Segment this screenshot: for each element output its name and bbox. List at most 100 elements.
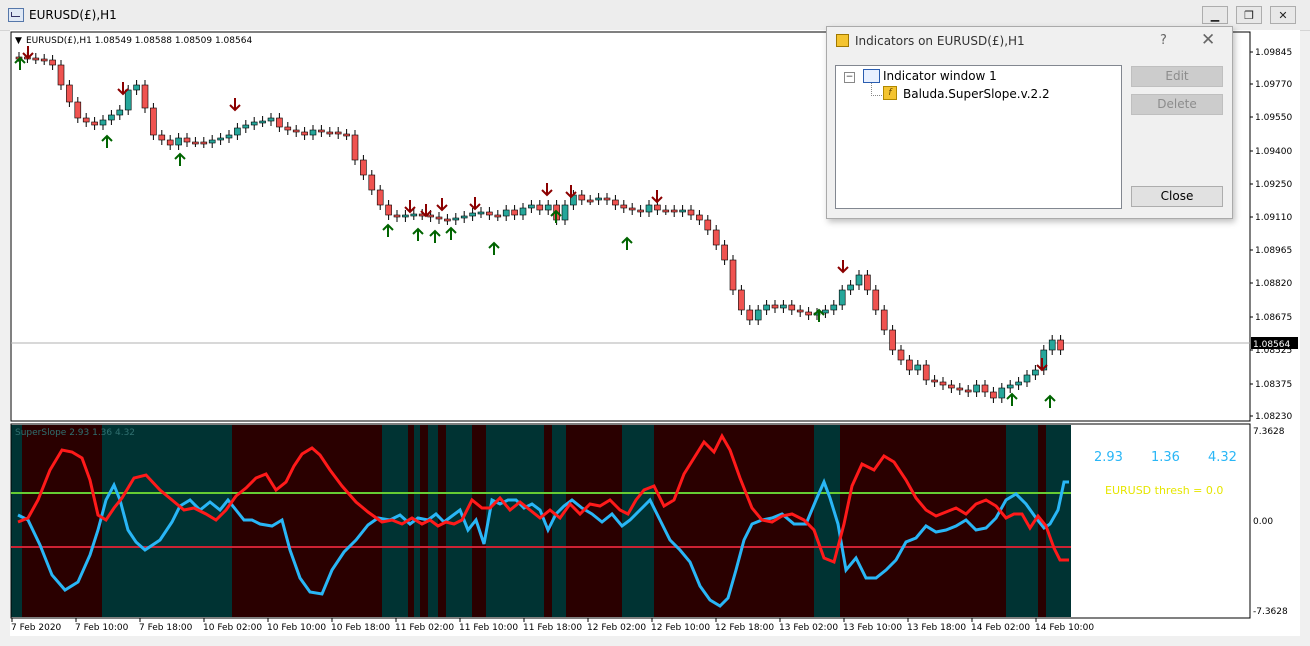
time-tick-label: 7 Feb 10:00 [75, 623, 129, 633]
collapse-icon[interactable]: − [844, 72, 855, 83]
candle-body [906, 359, 913, 371]
candle-body [108, 114, 115, 121]
indicator-background-bands [11, 425, 1071, 617]
candle-body [301, 131, 308, 136]
candle-body [956, 387, 964, 391]
candle-body [771, 304, 779, 309]
indicators-dialog: Indicators on EURUSD(£),H1 ? ✕ − Indicat… [826, 26, 1233, 219]
candle-body [586, 199, 594, 203]
price-tick-label: 1.08375 [1255, 380, 1292, 390]
price-tick-label: 1.09110 [1255, 213, 1292, 223]
close-window-button[interactable]: ✕ [1270, 6, 1296, 24]
candle-body [670, 209, 678, 213]
minimize-button[interactable]: ▁ [1202, 6, 1228, 24]
candle-body [158, 134, 166, 141]
candle-body [124, 89, 132, 111]
candle-body [998, 387, 1006, 399]
candle-body [57, 64, 65, 86]
threshold-text: EURUSD thresh = 0.0 [1105, 484, 1223, 497]
candle-body [250, 121, 258, 126]
candle-body [578, 194, 586, 201]
candle-body [964, 389, 972, 393]
candle-body [511, 209, 518, 216]
candle-body [141, 84, 149, 109]
candle-body [880, 309, 888, 331]
candle-body [721, 244, 728, 261]
candle-body [469, 212, 476, 217]
indicator-tree[interactable]: − Indicator window 1 f Baluda.SuperSlope… [835, 65, 1122, 209]
candle-body [494, 214, 502, 218]
candle-body [637, 209, 644, 213]
time-tick-label: 7 Feb 2020 [11, 623, 62, 633]
indicator-band [840, 425, 1006, 617]
candle-body [696, 214, 703, 221]
indicator-axis-top: 7.3628 [1253, 427, 1285, 437]
candle-body [754, 309, 762, 321]
dialog-title: Indicators on EURUSD(£),H1 [855, 34, 1025, 48]
candle-body [116, 109, 124, 116]
close-button[interactable]: Close [1131, 186, 1223, 207]
candle-body [360, 159, 367, 176]
maximize-button[interactable]: ❐ [1236, 6, 1262, 24]
candle-body [192, 141, 199, 145]
candle-body [435, 216, 443, 220]
candle-body [326, 131, 334, 135]
candle-body [1057, 339, 1064, 351]
candle-body [40, 58, 48, 62]
candle-body [166, 139, 174, 146]
delete-button[interactable]: Delete [1131, 94, 1223, 115]
price-tick-label: 1.09400 [1255, 147, 1292, 157]
candle-body [603, 197, 611, 201]
candle-body [939, 381, 947, 386]
candle-body [32, 57, 40, 61]
candle-body [712, 229, 720, 246]
candle-body [922, 364, 930, 381]
candle-body [561, 204, 569, 221]
candle-body [1048, 339, 1056, 351]
candle-body [309, 129, 317, 136]
dialog-close-icon[interactable]: ✕ [1201, 30, 1215, 50]
tree-item-superslope[interactable]: Baluda.SuperSlope.v.2.2 [903, 87, 1050, 101]
candle-body [536, 204, 544, 211]
candle-body [183, 137, 191, 143]
candle-body [217, 137, 224, 141]
candle-body [1006, 384, 1014, 389]
time-tick-label: 14 Feb 10:00 [1035, 623, 1094, 633]
help-button[interactable]: ? [1160, 33, 1167, 48]
time-tick-label: 11 Feb 18:00 [523, 623, 582, 633]
indicator-value-2: 1.36 [1151, 450, 1180, 465]
candle-body [729, 259, 737, 291]
indicator-band [102, 425, 118, 617]
candle-body [74, 101, 82, 119]
time-tick-label: 11 Feb 02:00 [395, 623, 454, 633]
price-tick-label: 1.09845 [1255, 48, 1292, 58]
candle-body [679, 209, 686, 213]
candle-body [738, 289, 745, 311]
candle-body [410, 213, 418, 217]
indicator-header: SuperSlope 2.93 1.36 4.32 [15, 428, 135, 438]
candle-body [1023, 374, 1031, 383]
candle-body [1032, 369, 1039, 376]
price-tick-label: 1.08820 [1255, 279, 1292, 289]
candle-body [477, 211, 485, 215]
candle-body [334, 131, 342, 135]
candle-body [981, 384, 989, 393]
tree-connector [871, 83, 882, 96]
tree-item-indicator-window[interactable]: Indicator window 1 [883, 69, 997, 83]
candle-body [66, 84, 73, 103]
edit-button[interactable]: Edit [1131, 66, 1223, 87]
candle-body [990, 391, 997, 399]
time-tick-label: 10 Feb 10:00 [267, 623, 326, 633]
candle-body [780, 304, 787, 309]
candle-body [948, 384, 955, 389]
chart-dropdown-icon[interactable]: ▼ [15, 36, 22, 46]
candle-body [788, 304, 796, 311]
candle-body [427, 214, 434, 218]
candle-body [654, 204, 661, 211]
candle-body [502, 209, 510, 217]
candle-body [486, 211, 493, 216]
indicator-value-1: 2.93 [1094, 450, 1123, 465]
time-tick-label: 12 Feb 10:00 [651, 623, 710, 633]
candle-body [914, 364, 922, 371]
candle-body [746, 309, 754, 321]
